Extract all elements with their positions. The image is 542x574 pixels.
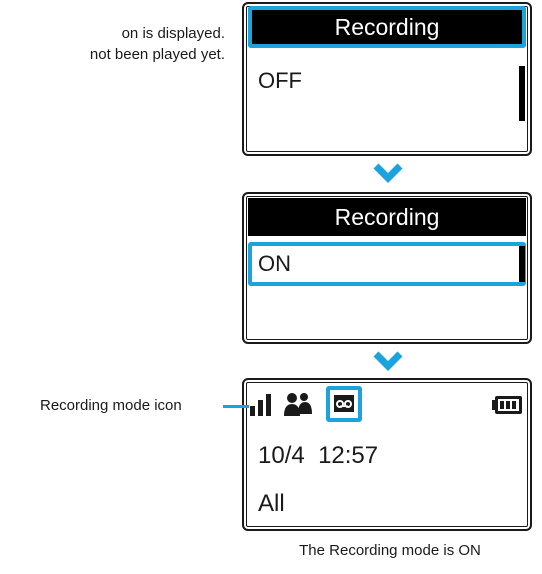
standby-screen: 10/4 12:57 All <box>242 378 532 531</box>
note-line-1: on is displayed. <box>121 25 225 42</box>
recording-menu-screen-off: Recording OFF <box>242 2 532 156</box>
status-bar <box>250 386 524 422</box>
battery-icon <box>492 396 522 414</box>
down-arrow-icon <box>373 163 403 183</box>
scrollbar[interactable] <box>519 66 525 121</box>
recording-menu-screen-on: Recording ON <box>242 192 532 344</box>
menu-option-on[interactable]: ON <box>258 251 291 277</box>
people-icon <box>284 393 312 416</box>
figure-caption: The Recording mode is ON <box>299 542 481 559</box>
callout-label: Recording mode icon <box>40 397 182 414</box>
menu-option-off[interactable]: OFF <box>258 68 302 94</box>
down-arrow-icon <box>373 351 403 371</box>
date-time: 10/4 12:57 <box>258 442 378 470</box>
callout-leader-line <box>223 405 249 408</box>
filter-text: All <box>258 490 285 517</box>
note-line-2: not been played yet. <box>89 46 225 63</box>
title-highlight-frame <box>248 6 526 48</box>
scrollbar[interactable] <box>519 246 525 282</box>
instruction-note: on is displayed. not been played yet. <box>0 23 225 65</box>
signal-strength-icon <box>250 394 271 416</box>
menu-title-bar: Recording <box>248 198 526 236</box>
recording-mode-icon <box>334 395 354 412</box>
time-text: 12:57 <box>318 442 379 469</box>
date-text: 10/4 <box>258 442 305 469</box>
